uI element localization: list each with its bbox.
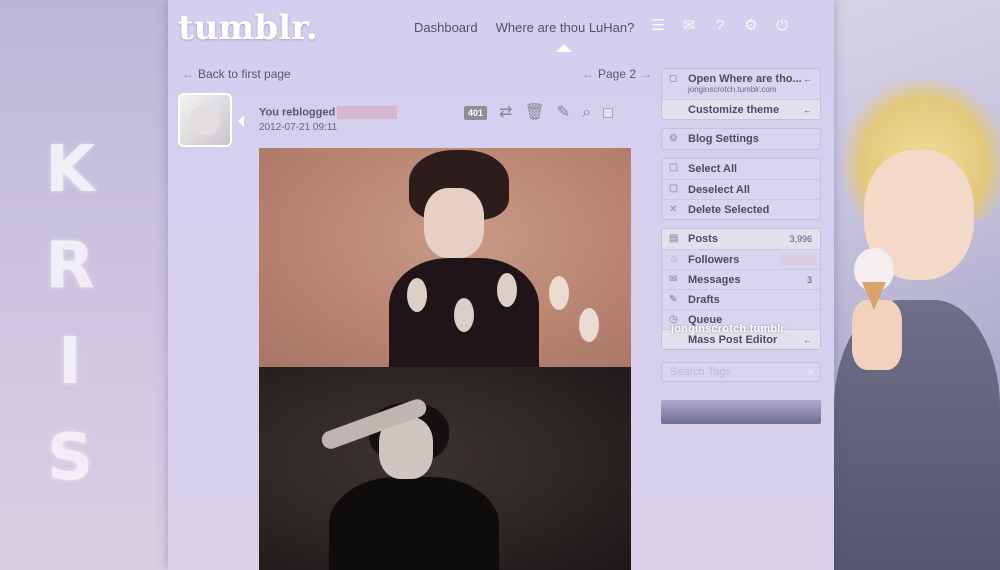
search-icon[interactable]: ⌕ [808,363,814,381]
arrow-right-icon: → [640,67,653,81]
followers-icon: ☺ [669,254,680,265]
arrow-left-icon: ← [803,335,812,345]
avatar[interactable] [180,95,230,145]
photo1-feather [579,308,599,342]
avatar-caret-icon [238,115,244,127]
mail-icon: ✉ [669,274,678,285]
post-controls: 401 ⇄ 🗑 ✎ ⌕ [464,105,614,121]
photo1-feather [549,276,569,310]
watermark-text: jonginscrotch.tumblr [671,323,785,335]
messages-count: 3 [806,275,812,285]
select-group: ☐ Select All ☐ Deselect All ✕ Delete Sel… [661,158,821,220]
main-column: tumblr. Dashboard Where are thou LuHan? … [168,0,834,570]
select-post-checkbox[interactable] [603,108,614,118]
sidebar-item-posts[interactable]: ▤ Posts 3,996 [662,229,820,249]
letter-s: S [46,421,94,495]
letter-r: R [45,229,95,303]
deselect-all-label: Deselect All [688,184,750,196]
nav-caret-icon [556,44,572,52]
blog-settings-label: Blog Settings [688,133,759,145]
photo1-feather [407,278,427,312]
select-all-button[interactable]: ☐ Select All [662,159,820,179]
back-link-label: Back to first page [198,67,291,81]
customize-theme-label: Customize theme [688,104,780,116]
posts-icon: ▤ [669,233,679,244]
messages-label: Messages [688,274,741,286]
arrow-left-icon: ← [182,67,194,81]
gear-icon[interactable]: ⚙ [743,18,759,34]
posts-count: 3,996 [789,234,812,244]
delete-icon: ✕ [669,204,678,215]
letter-k: K [45,133,95,207]
drafts-label: Drafts [688,294,720,306]
delete-selected-label: Delete Selected [688,204,770,216]
followers-label: Followers [688,254,740,266]
list-icon[interactable]: ☰ [650,18,666,34]
photo-cone [862,282,886,310]
tumblr-logo[interactable]: tumblr. [178,8,318,48]
mail-icon[interactable]: ✉ [681,18,697,34]
sidebar-item-drafts[interactable]: ✎ Drafts [662,289,820,309]
top-icons: ☰ ✉ ? ⚙ ⏻ [650,18,790,34]
back-to-first-page-link[interactable]: ← Back to first page [182,67,291,81]
arrow-left-icon: ← [803,74,812,84]
blog-group: ◻ Open Where are tho... jonginscrotch.tu… [661,68,821,120]
select-all-label: Select All [688,163,738,175]
post-action: You reblogged [259,106,398,119]
sidebar: ◻ Open Where are tho... jonginscrotch.tu… [661,68,821,424]
drafts-icon: ✎ [669,294,678,305]
post-meta: You reblogged 2012-07-21 09:11 [259,106,398,133]
help-icon[interactable]: ? [712,18,728,34]
post-action-label: You reblogged [259,106,336,119]
checkbox-icon: ☐ [669,184,678,195]
power-icon[interactable]: ⏻ [774,18,790,34]
arrow-left-icon: ← [803,105,812,115]
post-photo-1[interactable] [259,148,631,367]
deselect-all-button[interactable]: ☐ Deselect All [662,179,820,199]
blog-icon: ◻ [669,73,678,84]
nav-blog-title[interactable]: Where are thou LuHan? [496,20,635,35]
post-photo-2[interactable] [259,367,631,570]
blog-url: jonginscrotch.tumblr.com [688,85,777,94]
posts-label: Posts [688,233,718,245]
sidebar-item-followers[interactable]: ☺ Followers [662,249,820,269]
notes-count-badge[interactable]: 401 [464,106,488,120]
blog-settings-link[interactable]: ⚙ Blog Settings [662,129,820,149]
reblog-icon[interactable]: ⇄ [499,105,512,121]
post-date: 2012-07-21 09:11 [259,122,338,133]
top-nav: Dashboard Where are thou LuHan? [414,20,634,35]
nav-dashboard[interactable]: Dashboard [414,20,478,35]
next-page-label: Page 2 [598,67,637,81]
customize-theme-link[interactable]: Customize theme ← [662,99,820,119]
right-decorative-photo [834,0,1000,570]
photo1-feather [497,273,517,307]
photo1-feather [454,298,474,332]
gear-icon: ⚙ [669,133,678,144]
photo1-face [424,188,484,258]
search-tags-placeholder: Search Tags [670,366,731,378]
search-tags-input[interactable]: Search Tags ⌕ [661,362,821,382]
checkbox-icon: ☐ [669,163,678,174]
search-icon[interactable]: ⌕ [582,105,591,121]
kris-letters: K R I S [40,122,100,506]
delete-selected-button[interactable]: ✕ Delete Selected [662,199,820,219]
edit-icon[interactable]: ✎ [557,105,570,121]
open-blog-link[interactable]: ◻ Open Where are tho... jonginscrotch.tu… [662,69,820,99]
photo2-body [329,477,499,570]
decorative-bar [661,400,821,424]
mass-post-editor-label: Mass Post Editor [688,334,778,346]
arrow-left-icon: ← [582,67,594,81]
settings-group: ⚙ Blog Settings [661,128,821,150]
redacted-followers-count [780,254,816,265]
photo-hand [852,300,902,370]
delete-icon[interactable]: 🗑 [524,105,544,121]
next-page-link[interactable]: ← Page 2 → [578,67,656,81]
avatar-image [190,105,220,135]
redacted-username [337,106,398,119]
open-blog-label: Open Where are tho... [688,73,802,85]
left-decorative-panel: K R I S [0,0,168,570]
letter-i: I [58,325,82,399]
sidebar-item-messages[interactable]: ✉ Messages 3 [662,269,820,289]
